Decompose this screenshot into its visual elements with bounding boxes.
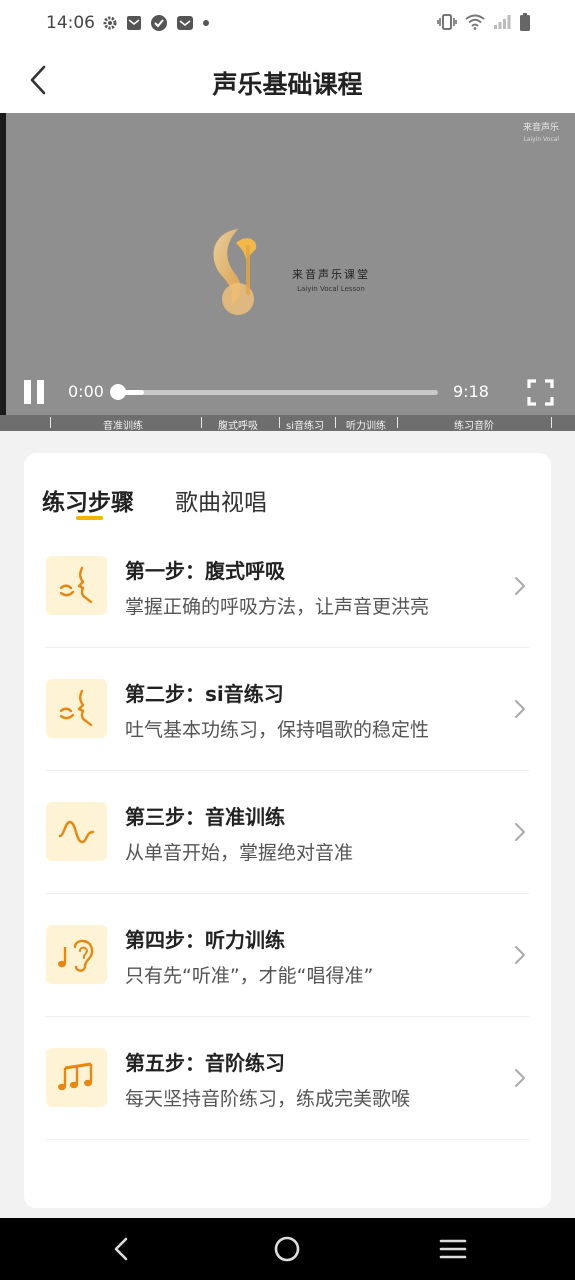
step-title: 第四步：听力训练: [125, 928, 285, 952]
watermark-text-en: Laiyin Vocal: [523, 136, 559, 143]
step-title: 第一步：腹式呼吸: [125, 559, 285, 583]
chevron-right-icon: [515, 577, 525, 595]
step-description: 吐气基本功练习，保持唱歌的稳定性: [125, 719, 430, 741]
chapter-strip: 音准训练 腹式呼吸 si音练习 听力训练 练习音阶: [0, 415, 575, 431]
chapter-divider: [201, 417, 202, 428]
status-bar: 14:06: [0, 0, 575, 48]
chevron-right-icon: [515, 700, 525, 718]
chevron-right-icon: [515, 1069, 525, 1087]
vibrate-icon: [437, 14, 457, 30]
step-title: 第三步：音准训练: [125, 805, 285, 829]
pause-icon-bar: [37, 380, 44, 404]
chapter-label[interactable]: 听力训练: [346, 417, 386, 431]
brand-logo-graphic: [213, 229, 257, 315]
tab-song-sightsinging[interactable]: 歌曲视唱: [175, 483, 267, 517]
step-item-2[interactable]: 第二步：si音练习 吐气基本功练习，保持唱歌的稳定性: [46, 648, 529, 771]
chapter-divider: [397, 417, 398, 428]
breath-face-icon: [59, 566, 92, 603]
video-watermark: 来音声乐 Laiyin Vocal: [523, 123, 559, 145]
step-item-1[interactable]: 第一步：腹式呼吸 掌握正确的呼吸方法，让声音更洪亮: [46, 525, 529, 648]
nav-menu-button[interactable]: [436, 1232, 470, 1266]
sound-wave-icon: [58, 820, 94, 843]
step-description: 掌握正确的呼吸方法，让声音更洪亮: [125, 596, 430, 618]
system-nav-bar: [0, 1218, 575, 1280]
nav-back-button[interactable]: [104, 1232, 138, 1266]
message-icon: [177, 16, 193, 30]
step-title: 第五步：音阶练习: [125, 1051, 285, 1075]
step-title: 第二步：si音练习: [125, 682, 284, 706]
status-system-icons: [437, 13, 531, 31]
current-time: 0:00: [68, 382, 104, 401]
nav-home-button[interactable]: [270, 1232, 304, 1266]
practice-card: 练习步骤 歌曲视唱 第一步：腹式呼吸 掌握正确的呼吸方法，让声音更洪亮 第二步：…: [24, 453, 551, 1208]
step-icon-box: [46, 556, 107, 615]
gear-icon: [103, 16, 117, 30]
watermark-text: 来音声乐: [522, 123, 559, 133]
ear-note-icon: [57, 939, 93, 972]
back-icon: [114, 1237, 128, 1261]
video-edge: [0, 113, 6, 431]
breath-face-icon: [59, 689, 92, 726]
step-description: 从单音开始，掌握绝对音准: [125, 842, 354, 864]
home-icon: [274, 1236, 300, 1262]
dot-icon: [203, 20, 209, 26]
chapter-divider: [335, 417, 336, 428]
chapter-label[interactable]: 音准训练: [103, 417, 143, 431]
signal-icon: [494, 15, 511, 29]
video-brand-cn: 来音声乐课堂: [292, 268, 370, 281]
step-item-4[interactable]: 第四步：听力训练 只有先“听准”，才能“唱得准”: [46, 894, 529, 1017]
music-notes-icon: [57, 1062, 92, 1090]
chapter-label[interactable]: 腹式呼吸: [218, 417, 258, 431]
video-brand-en: Laiyin Vocal Lesson: [297, 285, 365, 293]
chevron-right-icon: [515, 823, 525, 841]
chapter-divider: [50, 417, 51, 428]
step-icon-box: [46, 802, 107, 861]
pause-button[interactable]: [24, 380, 46, 404]
tab-practice-steps[interactable]: 练习步骤: [42, 483, 134, 517]
chapter-label[interactable]: si音练习: [286, 417, 324, 431]
video-seekbar[interactable]: [110, 384, 438, 400]
battery-icon: [520, 13, 530, 31]
step-item-5[interactable]: 第五步：音阶练习 每天坚持音阶练习，练成完美歌喉: [46, 1017, 529, 1140]
chapter-divider: [551, 417, 552, 428]
video-brand-title: 来音声乐课堂 Laiyin Vocal Lesson: [292, 266, 370, 293]
status-notification-icons: [102, 14, 210, 32]
step-item-3[interactable]: 第三步：音准训练 从单音开始，掌握绝对音准: [46, 771, 529, 894]
step-icon-box: [46, 925, 107, 984]
pause-icon: [24, 380, 31, 404]
page-title: 声乐基础课程: [212, 70, 363, 99]
menu-icon: [439, 1239, 467, 1259]
seekbar-thumb[interactable]: [110, 384, 126, 400]
total-time: 9:18: [453, 382, 489, 401]
chevron-right-icon: [515, 946, 525, 964]
chapter-label[interactable]: 练习音阶: [454, 417, 494, 431]
status-time: 14:06: [46, 13, 95, 33]
video-player[interactable]: 来音声乐 Laiyin Vocal 来音声乐课堂 Laiyin Vocal Le…: [0, 113, 575, 431]
step-icon-box: [46, 679, 107, 738]
chapter-divider: [279, 417, 280, 428]
check-circle-icon: [151, 15, 167, 31]
step-icon-box: [46, 1048, 107, 1107]
step-description: 只有先“听准”，才能“唱得准”: [125, 965, 374, 987]
mail-icon: [127, 16, 141, 30]
active-tab-indicator: [76, 516, 103, 520]
step-description: 每天坚持音阶练习，练成完美歌喉: [125, 1088, 411, 1110]
fullscreen-icon[interactable]: [527, 379, 554, 406]
app-header: 声乐基础课程: [0, 48, 575, 113]
wifi-icon: [465, 14, 485, 30]
